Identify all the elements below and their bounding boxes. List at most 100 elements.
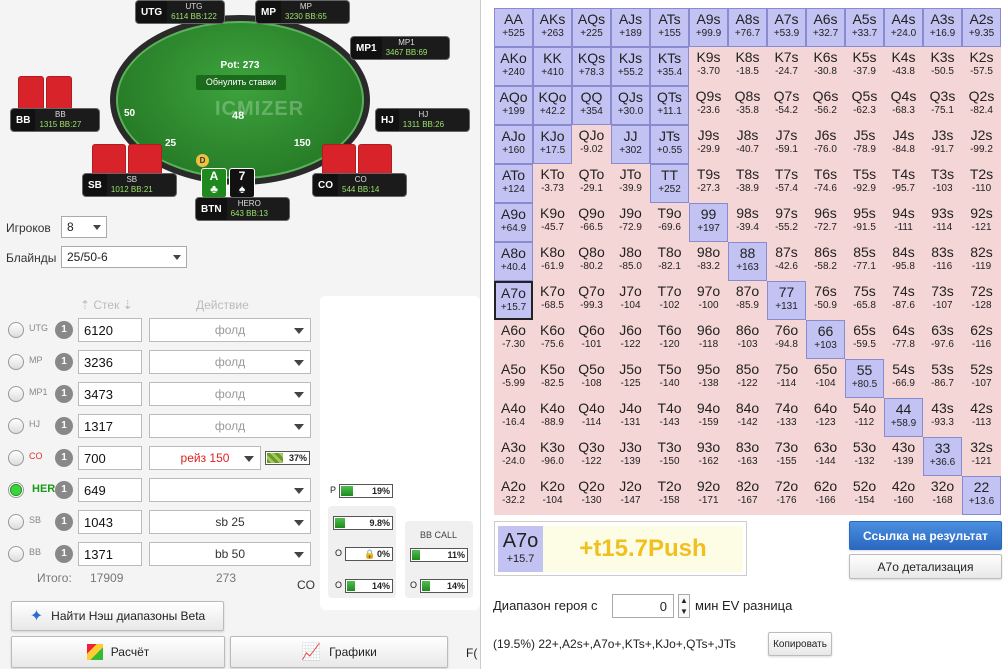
player-radio[interactable]: [8, 450, 24, 466]
range-cell[interactable]: QJs +30.0: [611, 86, 650, 125]
stack-input[interactable]: 3473: [78, 382, 142, 406]
range-cell[interactable]: K2s -57.5: [962, 47, 1001, 86]
extra-button-label[interactable]: F(: [466, 646, 477, 660]
range-cell[interactable]: J2s -99.2: [962, 125, 1001, 164]
range-cell[interactable]: QTo -29.1: [572, 164, 611, 203]
stack-input[interactable]: 6120: [78, 318, 142, 342]
player-num-badge[interactable]: 1: [55, 353, 73, 371]
range-cell[interactable]: 92o -171: [689, 476, 728, 515]
range-cell[interactable]: A3s +16.9: [923, 8, 962, 47]
range-cell[interactable]: 92s -121: [962, 203, 1001, 242]
range-cell[interactable]: 44 +58.9: [884, 398, 923, 437]
action-select[interactable]: [149, 478, 311, 502]
calculate-button[interactable]: Расчёт: [11, 636, 225, 668]
seat-hero[interactable]: BTN HERO 643 BB:13: [195, 197, 290, 221]
range-cell[interactable]: 95s -91.5: [845, 203, 884, 242]
range-cell[interactable]: 98o -83.2: [689, 242, 728, 281]
player-num-badge[interactable]: 1: [55, 321, 73, 339]
range-cell[interactable]: A4o -16.4: [494, 398, 533, 437]
range-cell[interactable]: 32s -121: [962, 437, 1001, 476]
action-select[interactable]: sb 25: [149, 510, 311, 534]
range-cell[interactable]: T7s -57.4: [767, 164, 806, 203]
range-cell[interactable]: 65o -104: [806, 359, 845, 398]
range-cell[interactable]: 64o -123: [806, 398, 845, 437]
range-cell[interactable]: 42s -113: [962, 398, 1001, 437]
range-cell[interactable]: 62s -116: [962, 320, 1001, 359]
range-cell[interactable]: J7o -104: [611, 281, 650, 320]
copy-button[interactable]: Копировать: [768, 632, 832, 656]
range-cell[interactable]: 53o -132: [845, 437, 884, 476]
range-cell[interactable]: T5o -140: [650, 359, 689, 398]
range-cell[interactable]: 83o -163: [728, 437, 767, 476]
range-cell[interactable]: Q4s -68.3: [884, 86, 923, 125]
range-cell[interactable]: J6o -122: [611, 320, 650, 359]
tree-o1-pct[interactable]: 🔒 0%: [345, 547, 393, 561]
range-cell[interactable]: T6s -74.6: [806, 164, 845, 203]
range-cell[interactable]: 99 +197: [689, 203, 728, 242]
player-radio[interactable]: [8, 482, 24, 498]
range-cell[interactable]: T9s -27.3: [689, 164, 728, 203]
action-select[interactable]: фолд: [149, 350, 311, 374]
range-cell[interactable]: 97s -55.2: [767, 203, 806, 242]
range-cell[interactable]: 53s -86.7: [923, 359, 962, 398]
range-cell[interactable]: A6o -7.30: [494, 320, 533, 359]
seat-utg[interactable]: UTG UTG 6114 BB:122: [135, 0, 225, 24]
action-select[interactable]: фолд: [149, 318, 311, 342]
range-cell[interactable]: A8s +76.7: [728, 8, 767, 47]
range-cell[interactable]: 94s -111: [884, 203, 923, 242]
range-cell[interactable]: 63o -144: [806, 437, 845, 476]
range-cell[interactable]: K7s -24.7: [767, 47, 806, 86]
range-cell[interactable]: T5s -92.9: [845, 164, 884, 203]
range-cell[interactable]: K5s -37.9: [845, 47, 884, 86]
range-cell[interactable]: Q8o -80.2: [572, 242, 611, 281]
seat-co[interactable]: CO CO 544 BB:14: [312, 173, 407, 197]
range-cell[interactable]: 73o -155: [767, 437, 806, 476]
blinds-select[interactable]: 25/50-6: [61, 246, 187, 268]
range-cell[interactable]: 65s -59.5: [845, 320, 884, 359]
range-cell[interactable]: K4s -43.8: [884, 47, 923, 86]
range-cell[interactable]: 76o -94.8: [767, 320, 806, 359]
range-cell[interactable]: 22 +13.6: [962, 476, 1001, 515]
range-cell[interactable]: J7s -59.1: [767, 125, 806, 164]
range-cell[interactable]: A7o +15.7: [494, 281, 533, 320]
range-cell[interactable]: 66 +103: [806, 320, 845, 359]
range-cell[interactable]: 52s -107: [962, 359, 1001, 398]
range-cell[interactable]: A2s +9.35: [962, 8, 1001, 47]
range-cell[interactable]: Q2s -82.4: [962, 86, 1001, 125]
range-cell[interactable]: 54o -112: [845, 398, 884, 437]
range-cell[interactable]: Q2o -130: [572, 476, 611, 515]
range-cell[interactable]: KQo +42.2: [533, 86, 572, 125]
player-num-badge[interactable]: 1: [55, 417, 73, 435]
range-cell[interactable]: 82o -167: [728, 476, 767, 515]
range-cell[interactable]: Q9s -23.6: [689, 86, 728, 125]
range-cell[interactable]: 72o -176: [767, 476, 806, 515]
range-cell[interactable]: Q3s -75.1: [923, 86, 962, 125]
range-cell[interactable]: Q5o -108: [572, 359, 611, 398]
range-cell[interactable]: T7o -102: [650, 281, 689, 320]
range-cell[interactable]: T6o -120: [650, 320, 689, 359]
min-ev-input[interactable]: 0: [612, 594, 674, 618]
tree-sb-pct[interactable]: 9.8%: [333, 516, 393, 530]
range-cell[interactable]: 75s -65.8: [845, 281, 884, 320]
range-cell[interactable]: T2o -158: [650, 476, 689, 515]
range-cell[interactable]: 95o -138: [689, 359, 728, 398]
range-cell[interactable]: 55 +80.5: [845, 359, 884, 398]
stack-header[interactable]: ⇡ Стек ⇣: [80, 298, 133, 312]
range-cell[interactable]: Q7s -54.2: [767, 86, 806, 125]
range-cell[interactable]: Q5s -62.3: [845, 86, 884, 125]
range-cell[interactable]: 74o -133: [767, 398, 806, 437]
range-cell[interactable]: Q3o -122: [572, 437, 611, 476]
range-cell[interactable]: ATs +155: [650, 8, 689, 47]
range-cell[interactable]: J3o -139: [611, 437, 650, 476]
range-cell[interactable]: K3s -50.5: [923, 47, 962, 86]
range-cell[interactable]: 87s -42.6: [767, 242, 806, 281]
range-cell[interactable]: A4s +24.0: [884, 8, 923, 47]
range-cell[interactable]: KTs +35.4: [650, 47, 689, 86]
stack-input[interactable]: 1317: [78, 414, 142, 438]
range-cell[interactable]: 72s -128: [962, 281, 1001, 320]
range-cell[interactable]: AJs +189: [611, 8, 650, 47]
range-cell[interactable]: A6s +32.7: [806, 8, 845, 47]
range-cell[interactable]: 74s -87.6: [884, 281, 923, 320]
range-cell[interactable]: J3s -91.7: [923, 125, 962, 164]
range-cell[interactable]: TT +252: [650, 164, 689, 203]
